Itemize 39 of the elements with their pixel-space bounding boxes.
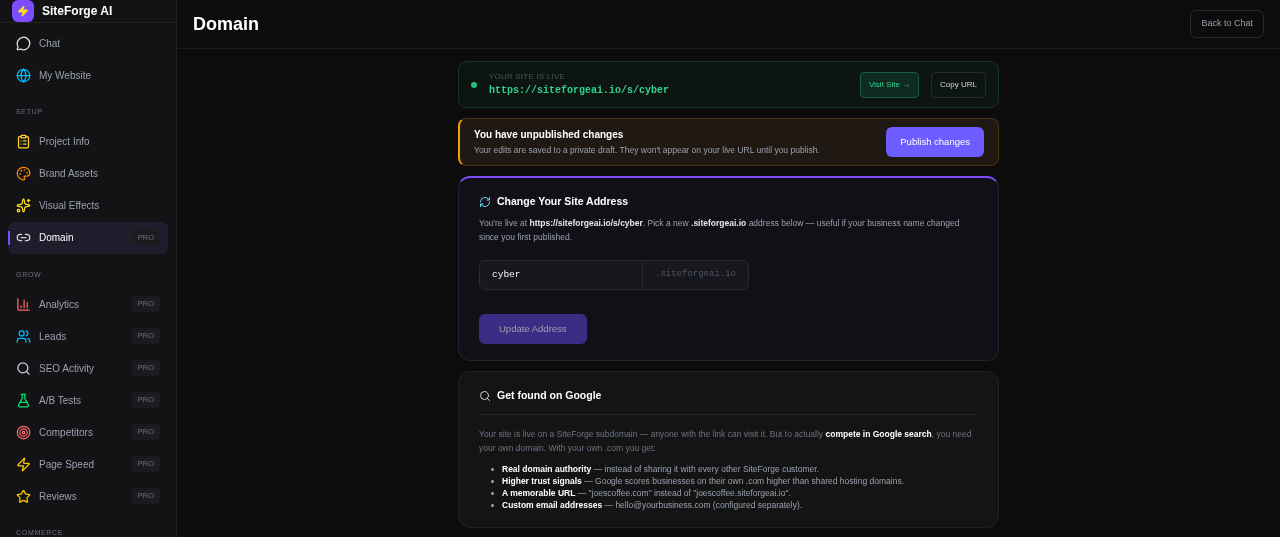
visit-site-button[interactable]: Visit Site → — [859, 71, 920, 98]
page-title: Domain — [193, 12, 259, 36]
bullet-text: A memorable URL — "joescoffee.com" instead of "joescoffee.siteforgeai.io". — [502, 486, 791, 499]
globe-icon — [16, 67, 31, 83]
bullet-text: Custom email addresses — hello@yourbusiness.com (configured separately). — [502, 498, 803, 511]
card-intro: Your site is live on a SiteForge subdomain — anyone with the link can visit it. But to actually compete in Google search, you need your own domain. With your own .com you get: — [479, 427, 973, 455]
refresh-icon — [479, 195, 491, 208]
bullet-text: Real domain authority — instead of sharing it with every other SiteForge customer. — [502, 462, 819, 475]
publish-button[interactable]: Publish changes — [886, 126, 984, 158]
lightning-icon — [16, 456, 31, 472]
sidebar-item[interactable]: Visual Effects — [8, 189, 168, 222]
target-icon — [16, 424, 31, 440]
banner-text: Your edits are saved to a private draft. They won't appear on your live URL until you publish. — [474, 144, 821, 157]
card-description: You're live at https://siteforgeai.io/s/cyber. Pick a new .siteforgeai.io address below — useful if your business name changed since you first published. — [479, 216, 961, 244]
bar-chart-icon — [16, 296, 31, 312]
card-title: Get found on Google — [497, 388, 602, 403]
address-field[interactable]: cyber .siteforgeai.io — [479, 259, 749, 290]
back-button[interactable]: Back to Chat — [1190, 10, 1264, 38]
sidebar-item[interactable]: My Website — [8, 59, 168, 91]
star-icon — [16, 488, 31, 504]
sparkles-icon — [16, 198, 31, 213]
people-icon — [16, 328, 31, 344]
banner-title: You have unpublished changes — [474, 128, 625, 143]
chat-bubble-icon — [16, 35, 31, 51]
domain-suffix: .siteforgeai.io — [642, 260, 748, 289]
test-tube-icon — [16, 392, 31, 408]
sidebar-item[interactable]: Brand Assets — [8, 157, 168, 190]
brand-name: SiteForge AI — [42, 3, 113, 20]
live-url[interactable]: https://siteforgeai.io/s/cyber — [489, 83, 848, 98]
logo-icon — [12, 0, 34, 22]
copy-url-button[interactable]: Copy URL — [931, 71, 986, 98]
palette-icon — [16, 166, 31, 181]
sidebar-item[interactable]: Chat — [8, 27, 168, 59]
card-title: Change Your Site Address — [497, 194, 629, 209]
clipboard-icon — [16, 134, 31, 149]
bullet-text: Higher trust signals — Google scores businesses on their own .com higher than shared hosting domains. — [502, 474, 905, 487]
magnifier-icon — [479, 389, 491, 402]
sidebar-item[interactable]: Project Info — [8, 125, 168, 158]
magnifier-icon — [16, 360, 31, 376]
